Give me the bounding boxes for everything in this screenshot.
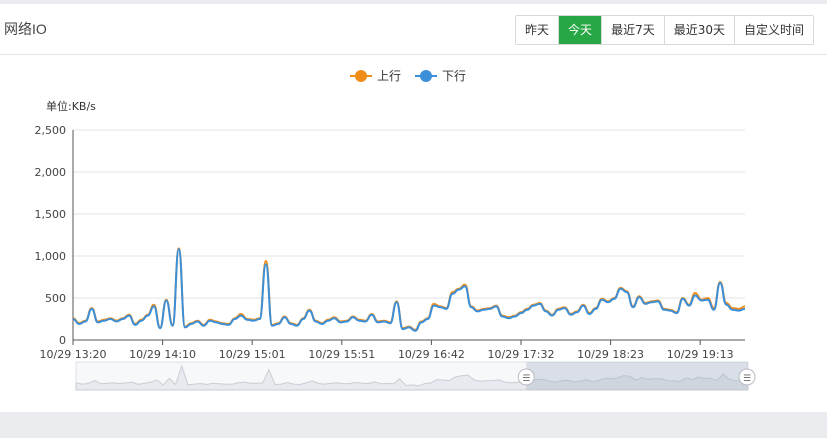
series-line-downstream xyxy=(72,248,746,332)
y-tick-label: 1,500 xyxy=(35,208,67,221)
x-tick-label: 10/29 13:20 xyxy=(40,348,107,361)
x-tick-label: 10/29 14:10 xyxy=(129,348,196,361)
x-tick-label: 10/29 16:42 xyxy=(398,348,465,361)
y-tick-label: 1,000 xyxy=(35,250,67,263)
y-tick-label: 500 xyxy=(45,292,66,305)
x-tick-label: 10/29 19:13 xyxy=(667,348,734,361)
y-tick-label: 0 xyxy=(59,334,66,347)
zoom-slider-selected-range[interactable] xyxy=(526,362,748,390)
zoom-start-handle-grip: ☰ xyxy=(522,374,530,384)
y-tick-label: 2,500 xyxy=(35,124,67,137)
network-io-chart: 0 500 1,000 1,500 2,000 2,500 10/29 13:20 10/29… xyxy=(35,124,756,391)
x-tick-label: 10/29 15:51 xyxy=(308,348,375,361)
zoom-end-handle-grip: ☰ xyxy=(743,374,751,384)
y-tick-label: 2,000 xyxy=(35,166,67,179)
x-tick-label: 10/29 17:32 xyxy=(488,348,555,361)
x-tick-label: 10/29 18:23 xyxy=(577,348,644,361)
x-tick-label: 10/29 15:01 xyxy=(219,348,286,361)
